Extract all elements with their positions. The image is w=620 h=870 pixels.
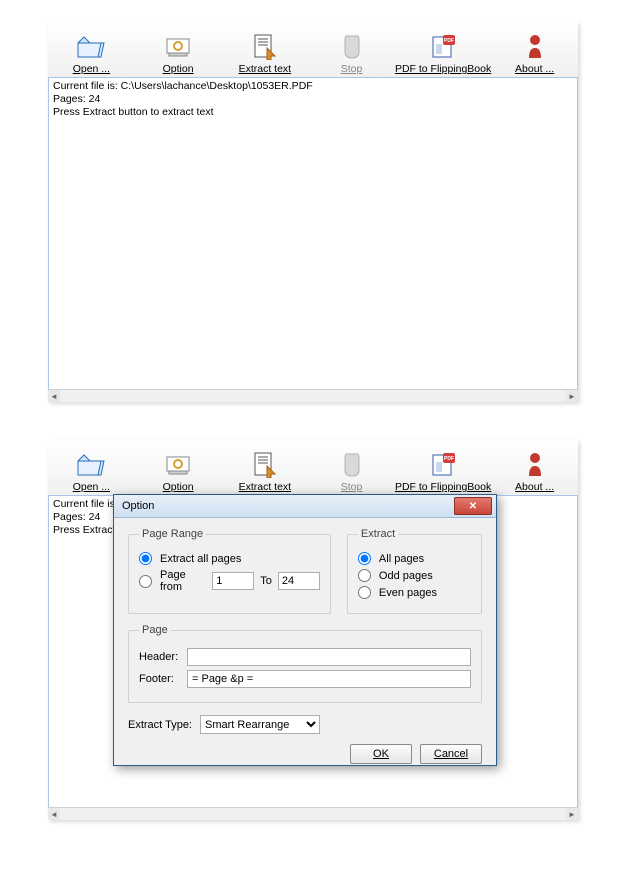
about-label: About ... (515, 481, 554, 493)
toolbar: Open ... Option Extract text Stop PDF PD… (48, 22, 578, 78)
radio-page-from-label: Page from (160, 569, 206, 593)
extract-type-label: Extract Type: (128, 719, 192, 731)
scroll-left-icon[interactable]: ◄ (48, 390, 60, 402)
ok-button[interactable]: OK (350, 744, 412, 764)
about-button[interactable]: About ... (491, 440, 578, 495)
stop-label: Stop (341, 63, 363, 75)
extract-label: Extract text (239, 63, 292, 75)
pdf2flip-label: PDF to FlippingBook (395, 481, 491, 493)
status-line-1: Current file is: C:\Users\lachance\Deskt… (53, 80, 573, 93)
option-button[interactable]: Option (135, 22, 222, 77)
pdf-book-icon: PDF (430, 31, 456, 63)
stop-icon (342, 449, 362, 481)
folder-open-icon (76, 449, 106, 481)
cancel-button[interactable]: Cancel (420, 744, 482, 764)
radio-all-pages[interactable] (358, 552, 371, 565)
radio-extract-all-pages[interactable] (139, 552, 152, 565)
radio-extract-all-label: Extract all pages (160, 553, 241, 565)
radio-even-pages-label: Even pages (379, 587, 437, 599)
dialog-title: Option (122, 500, 154, 512)
stop-button: Stop (308, 440, 395, 495)
page-from-input[interactable] (212, 572, 254, 590)
page-range-legend: Page Range (139, 528, 206, 540)
status-line-3: Press Extract button to extract text (53, 106, 573, 119)
radio-all-pages-label: All pages (379, 553, 424, 565)
gear-icon (164, 31, 192, 63)
scroll-left-icon[interactable]: ◄ (48, 808, 60, 820)
extract-text-icon (253, 31, 277, 63)
header-label: Header: (139, 651, 181, 663)
close-icon: ✕ (469, 501, 477, 512)
scroll-right-icon[interactable]: ► (566, 390, 578, 402)
log-area: Current file is: C:\Users\lachance\Deskt… (48, 77, 578, 390)
stop-label: Stop (341, 481, 363, 493)
person-icon (526, 449, 544, 481)
radio-page-from[interactable] (139, 575, 152, 588)
pdf-to-flippingbook-button[interactable]: PDF PDF to FlippingBook (395, 440, 491, 495)
horizontal-scrollbar[interactable]: ◄ ► (48, 389, 578, 402)
dialog-titlebar[interactable]: Option ✕ (114, 495, 496, 518)
about-button[interactable]: About ... (491, 22, 578, 77)
open-label: Open ... (73, 481, 110, 493)
extract-button[interactable]: Extract text (221, 22, 308, 77)
header-input[interactable] (187, 648, 471, 666)
footer-label: Footer: (139, 673, 181, 685)
horizontal-scrollbar[interactable]: ◄ ► (48, 807, 578, 820)
toolbar: Open ... Option Extract text Stop PDF PD… (48, 440, 578, 496)
person-icon (526, 31, 544, 63)
scroll-right-icon[interactable]: ► (566, 808, 578, 820)
page-to-input[interactable] (278, 572, 320, 590)
about-label: About ... (515, 63, 554, 75)
pdf2flip-label: PDF to FlippingBook (395, 63, 491, 75)
svg-text:PDF: PDF (444, 456, 454, 462)
extract-button[interactable]: Extract text (221, 440, 308, 495)
main-window-1: Open ... Option Extract text Stop PDF PD… (48, 22, 578, 402)
to-label: To (260, 575, 272, 587)
open-button[interactable]: Open ... (48, 440, 135, 495)
stop-button: Stop (308, 22, 395, 77)
status-line-2: Pages: 24 (53, 93, 573, 106)
extract-type-select[interactable]: Smart Rearrange (200, 715, 320, 734)
folder-open-icon (76, 31, 106, 63)
close-button[interactable]: ✕ (454, 497, 492, 515)
pdf-to-flippingbook-button[interactable]: PDF PDF to FlippingBook (395, 22, 491, 77)
page-legend: Page (139, 624, 171, 636)
pdf-book-icon: PDF (430, 449, 456, 481)
option-label: Option (163, 63, 194, 75)
page-group: Page Header: Footer: (128, 624, 482, 703)
gear-icon (164, 449, 192, 481)
extract-label: Extract text (239, 481, 292, 493)
option-label: Option (163, 481, 194, 493)
open-button[interactable]: Open ... (48, 22, 135, 77)
radio-even-pages[interactable] (358, 586, 371, 599)
svg-text:PDF: PDF (444, 38, 454, 44)
extract-text-icon (253, 449, 277, 481)
open-label: Open ... (73, 63, 110, 75)
option-button[interactable]: Option (135, 440, 222, 495)
stop-icon (342, 31, 362, 63)
footer-input[interactable] (187, 670, 471, 688)
radio-odd-pages-label: Odd pages (379, 570, 433, 582)
radio-odd-pages[interactable] (358, 569, 371, 582)
option-dialog: Option ✕ Page Range Extract all pages Pa… (113, 494, 497, 766)
dialog-body: Page Range Extract all pages Page from T… (114, 518, 496, 772)
extract-legend: Extract (358, 528, 398, 540)
page-range-group: Page Range Extract all pages Page from T… (128, 528, 331, 614)
extract-group: Extract All pages Odd pages Even pages (347, 528, 482, 614)
